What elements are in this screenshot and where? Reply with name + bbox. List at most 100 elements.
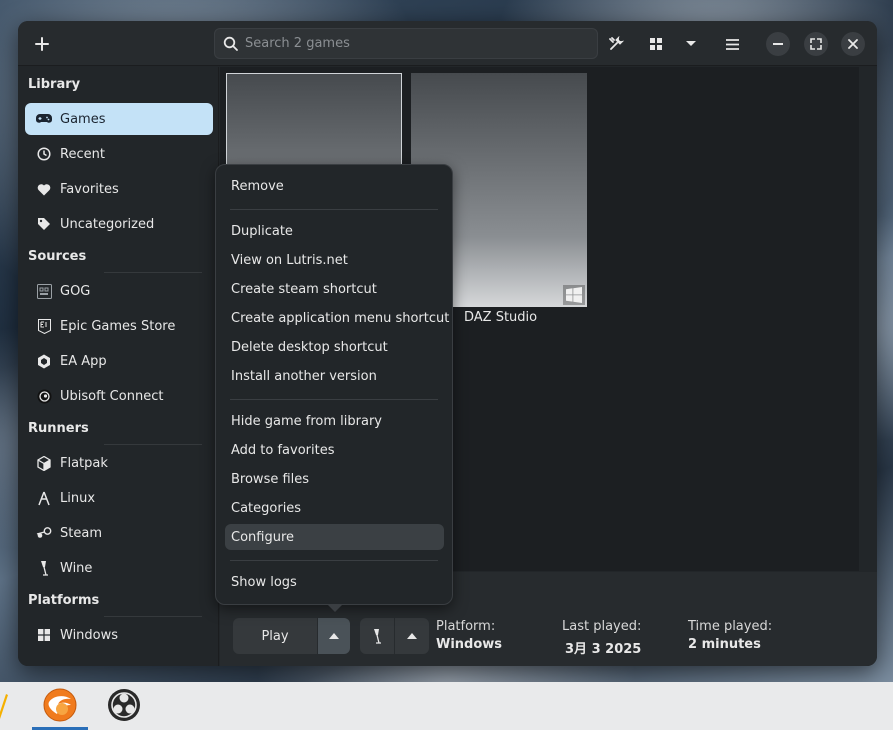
flatpak-icon <box>37 455 51 471</box>
section-divider <box>104 272 202 273</box>
play-options-button[interactable] <box>318 618 350 654</box>
search-box[interactable] <box>214 28 598 59</box>
ea-icon <box>38 354 50 368</box>
search-input[interactable] <box>245 36 575 51</box>
linux-icon <box>38 491 50 505</box>
sidebar-item-label: EA App <box>60 353 107 369</box>
sidebar-item-label: Steam <box>60 525 102 541</box>
chevron-down-icon <box>686 41 696 46</box>
gamepad-icon <box>36 114 52 123</box>
view-options-dropdown[interactable] <box>677 30 705 58</box>
section-divider <box>104 616 202 617</box>
last-played-label: Last played: <box>562 619 642 634</box>
sidebar-item-label: Epic Games Store <box>60 318 176 334</box>
sidebar-item-games[interactable]: Games <box>25 103 213 135</box>
close-button[interactable] <box>841 32 865 56</box>
sidebar-item-flatpak[interactable]: Flatpak <box>25 447 213 479</box>
sidebar-item-label: GOG <box>60 283 91 299</box>
menu-separator <box>230 399 438 400</box>
heart-icon <box>37 183 51 195</box>
sidebar-item-recent[interactable]: Recent <box>25 138 213 170</box>
sidebar-item-uncategorized[interactable]: Uncategorized <box>25 208 213 240</box>
close-icon <box>848 39 858 49</box>
sidebar-item-gog[interactable]: GOG <box>25 275 213 307</box>
menu-item-categories[interactable]: Categories <box>225 495 444 521</box>
runner-options-button[interactable] <box>395 618 429 654</box>
taskbar-lutris[interactable] <box>43 688 77 722</box>
epic-icon <box>37 318 51 334</box>
scrollbar-track[interactable] <box>859 67 877 571</box>
section-title-runners: Runners <box>28 421 89 436</box>
main-menu-button[interactable] <box>718 30 746 58</box>
pencil-icon <box>0 694 8 719</box>
section-title-library: Library <box>28 77 81 92</box>
menu-item-view-on-lutris[interactable]: View on Lutris.net <box>225 247 444 273</box>
play-button[interactable]: Play <box>233 618 317 654</box>
clock-icon <box>37 147 51 161</box>
section-title-sources: Sources <box>28 249 87 264</box>
search-icon <box>223 36 238 51</box>
chevron-up-icon <box>407 633 417 639</box>
menu-item-duplicate[interactable]: Duplicate <box>225 218 444 244</box>
sidebar-item-ubisoft[interactable]: Ubisoft Connect <box>25 380 213 412</box>
sidebar-item-label: Favorites <box>60 181 119 197</box>
sidebar-item-ea-app[interactable]: EA App <box>25 345 213 377</box>
menu-item-show-logs[interactable]: Show logs <box>225 569 444 595</box>
game-context-menu: Remove Duplicate View on Lutris.net Crea… <box>215 164 453 605</box>
game-title-daz-studio[interactable]: DAZ Studio <box>464 310 537 325</box>
maximize-icon <box>810 38 822 50</box>
add-game-button[interactable] <box>28 30 56 58</box>
menu-item-add-to-favorites[interactable]: Add to favorites <box>225 437 444 463</box>
maximize-button[interactable] <box>804 32 828 56</box>
sidebar-item-label: Windows <box>60 627 119 643</box>
sidebar-item-label: Ubisoft Connect <box>60 388 164 404</box>
section-divider <box>104 444 202 445</box>
sidebar-item-label: Games <box>60 111 106 127</box>
minimize-button[interactable] <box>766 32 790 56</box>
sidebar-item-label: Wine <box>60 560 93 576</box>
preferences-button[interactable] <box>602 30 630 58</box>
windows-icon <box>38 629 50 641</box>
sidebar-item-steam[interactable]: Steam <box>25 517 213 549</box>
menu-item-create-app-menu-shortcut[interactable]: Create application menu shortcut <box>225 305 449 331</box>
taskbar-app-partial[interactable] <box>0 690 8 720</box>
grid-icon <box>650 38 662 50</box>
sidebar-item-linux[interactable]: Linux <box>25 482 213 514</box>
hamburger-icon <box>725 38 739 50</box>
runner-button[interactable] <box>360 618 394 654</box>
steam-icon <box>36 527 52 538</box>
menu-item-remove[interactable]: Remove <box>225 173 444 199</box>
sidebar-item-label: Linux <box>60 490 96 506</box>
minimize-icon <box>773 43 783 45</box>
platform-value: Windows <box>436 637 503 652</box>
taskbar-obs[interactable] <box>107 688 141 722</box>
menu-item-hide-game[interactable]: Hide game from library <box>225 408 444 434</box>
menu-item-create-steam-shortcut[interactable]: Create steam shortcut <box>225 276 444 302</box>
gog-icon <box>36 283 52 299</box>
sidebar-item-label: Flatpak <box>60 455 108 471</box>
ubisoft-icon <box>37 389 51 403</box>
taskbar <box>0 682 893 730</box>
menu-item-browse-files[interactable]: Browse files <box>225 466 444 492</box>
menu-item-install-another-version[interactable]: Install another version <box>225 363 444 389</box>
header-bar <box>18 21 877 66</box>
popover-arrow <box>327 604 343 612</box>
section-title-platforms: Platforms <box>28 593 100 608</box>
sidebar-item-wine[interactable]: Wine <box>25 552 213 584</box>
grid-view-button[interactable] <box>642 30 670 58</box>
platform-label: Platform: <box>436 619 496 634</box>
tag-icon <box>38 218 50 230</box>
plus-icon <box>35 37 49 51</box>
wine-icon <box>374 629 381 644</box>
menu-item-configure[interactable]: Configure <box>225 524 444 550</box>
lutris-icon <box>43 688 77 722</box>
windows-icon <box>566 287 582 303</box>
wine-icon <box>41 561 48 576</box>
time-played-value: 2 minutes <box>688 637 761 652</box>
sidebar-item-windows[interactable]: Windows <box>25 619 213 651</box>
sidebar-item-label: Uncategorized <box>60 216 155 232</box>
menu-item-delete-desktop-shortcut[interactable]: Delete desktop shortcut <box>225 334 444 360</box>
menu-separator <box>230 560 438 561</box>
sidebar-item-favorites[interactable]: Favorites <box>25 173 213 205</box>
sidebar-item-epic[interactable]: Epic Games Store <box>25 310 213 342</box>
